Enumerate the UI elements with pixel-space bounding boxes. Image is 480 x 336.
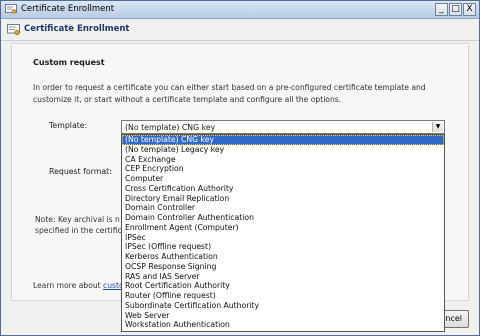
note-line-1: Note: Key archival is n — [35, 215, 120, 224]
template-select-value: (No template) CNG key — [125, 123, 216, 132]
template-option[interactable]: IPSec (Offline request) — [122, 242, 444, 252]
template-option[interactable]: Workstation Authentication — [122, 320, 444, 330]
template-label: Template: — [49, 121, 88, 130]
learn-more-prefix: Learn more about — [33, 281, 104, 290]
section-description: In order to request a certificate you ca… — [33, 83, 426, 104]
learn-more-text: Learn more about custom — [33, 281, 131, 290]
chevron-down-icon[interactable]: ▼ — [432, 122, 443, 132]
template-option[interactable]: CA Exchange — [122, 155, 444, 165]
template-option[interactable]: Subordinate Certification Authority — [122, 301, 444, 311]
certificate-enrollment-window: Certificate Enrollment _ □ X Certificate… — [0, 0, 480, 336]
template-option[interactable]: Root Certification Authority — [122, 281, 444, 291]
note-line-2: specified in the certifica — [35, 226, 127, 235]
template-option[interactable]: Domain Controller — [122, 203, 444, 213]
template-option[interactable]: (No template) Legacy key — [122, 145, 444, 155]
close-button[interactable]: X — [463, 3, 476, 16]
template-option[interactable]: Kerberos Authentication — [122, 252, 444, 262]
wizard-title: Certificate Enrollment — [24, 24, 130, 34]
template-option[interactable]: CEP Encryption — [122, 164, 444, 174]
section-title: Custom request — [33, 58, 105, 67]
template-option[interactable]: Domain Controller Authentication — [122, 213, 444, 223]
template-option[interactable]: Web Server — [122, 311, 444, 321]
template-option[interactable]: OCSP Response Signing — [122, 262, 444, 272]
certificate-icon — [7, 24, 20, 36]
template-option[interactable]: Router (Offline request) — [122, 291, 444, 301]
certificate-icon — [5, 4, 17, 14]
maximize-button[interactable]: □ — [449, 3, 462, 16]
caption-buttons: _ □ X — [435, 3, 476, 16]
key-archival-note: Note: Key archival is n specified in the… — [35, 214, 130, 236]
request-format-label: Request format: — [49, 167, 112, 176]
template-option[interactable]: Computer — [122, 174, 444, 184]
template-option[interactable]: Cross Certification Authority — [122, 184, 444, 194]
template-option[interactable]: RAS and IAS Server — [122, 272, 444, 282]
template-option[interactable]: (No template) CNG key — [122, 135, 444, 145]
template-option[interactable]: Directory Email Replication — [122, 194, 444, 204]
wizard-header: Certificate Enrollment — [1, 19, 479, 41]
template-option[interactable]: IPSec — [122, 233, 444, 243]
window-title: Certificate Enrollment — [21, 4, 115, 14]
template-option[interactable]: Enrollment Agent (Computer) — [122, 223, 444, 233]
title-bar: Certificate Enrollment _ □ X — [1, 1, 479, 19]
template-select[interactable]: (No template) CNG key ▼ — [121, 120, 445, 134]
minimize-button[interactable]: _ — [435, 3, 448, 16]
template-dropdown-list[interactable]: (No template) CNG key (No template) Lega… — [121, 134, 445, 332]
